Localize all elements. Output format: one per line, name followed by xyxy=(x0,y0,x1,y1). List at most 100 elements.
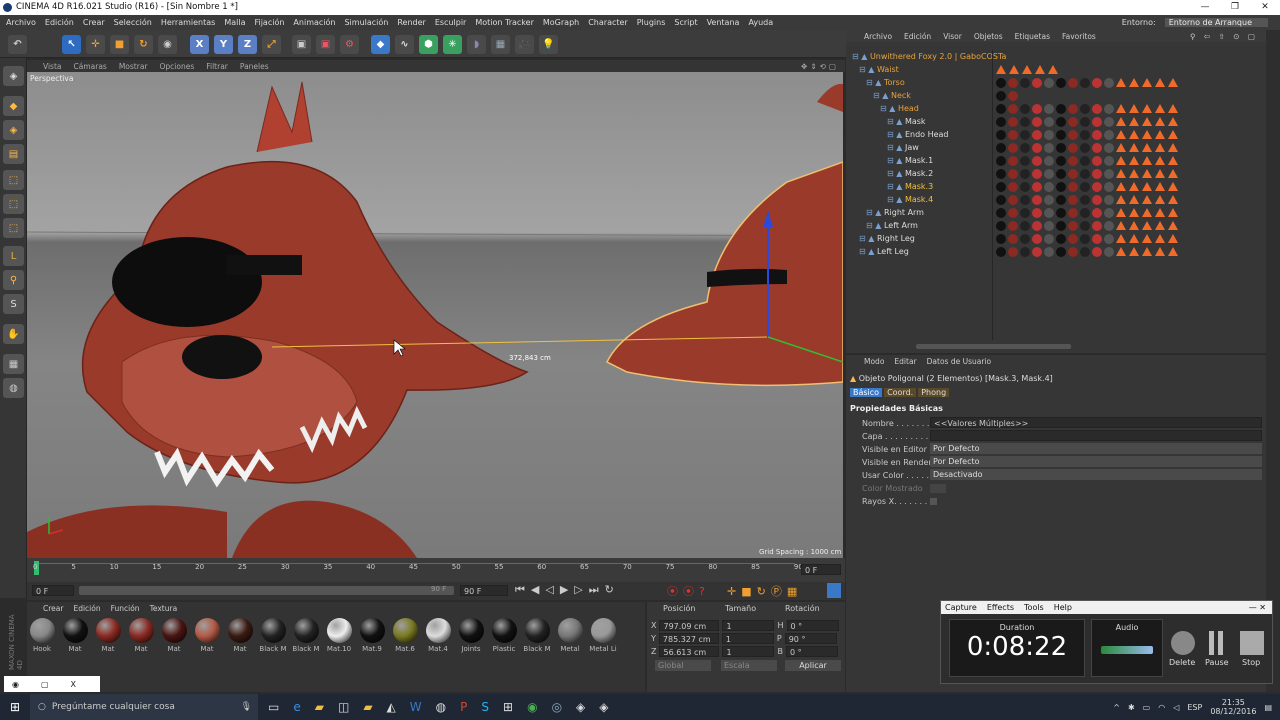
cube-primitive-icon[interactable]: ◆ xyxy=(371,35,390,54)
mat-menu-textura[interactable]: Textura xyxy=(150,604,178,613)
menu-script[interactable]: Script xyxy=(674,18,697,27)
material-swatch[interactable]: Mat.4 xyxy=(423,616,453,653)
object-tree-item[interactable]: ⊟ ▲ Waist xyxy=(852,63,992,76)
object-tree-item[interactable]: ⊟ ▲ Neck xyxy=(852,89,992,102)
rec-menu-help[interactable]: Help xyxy=(1054,603,1072,612)
object-tree-item[interactable]: ⊟ ▲ Mask.2 xyxy=(852,167,992,180)
search-icon[interactable]: ⚲ ⇦ ⇧ ⊙ ▢ xyxy=(1190,32,1258,41)
light-icon[interactable]: 💡 xyxy=(539,35,558,54)
menu-fijacion[interactable]: Fijación xyxy=(254,18,284,27)
axis-mode-icon[interactable]: L xyxy=(3,246,24,266)
floating-close-button[interactable]: X xyxy=(71,680,76,689)
object-tree-item[interactable]: ⊟ ▲ Jaw xyxy=(852,141,992,154)
viewport-perspective[interactable]: Perspectiva 372,843 cm Grid Spacing : 10… xyxy=(27,72,843,558)
material-swatch[interactable]: Metal Li xyxy=(588,616,618,653)
bluetooth-icon[interactable]: ✱ xyxy=(1128,703,1135,712)
grid-icon[interactable]: ▦ xyxy=(3,354,24,374)
menu-mograph[interactable]: MoGraph xyxy=(543,18,579,27)
object-tags-row[interactable] xyxy=(996,219,1266,232)
rec-close-icon[interactable]: — ✕ xyxy=(1249,603,1266,612)
object-tags-row[interactable] xyxy=(996,63,1266,76)
store-icon[interactable]: ◫ xyxy=(338,700,349,714)
render-picture-icon[interactable]: ▣ xyxy=(316,35,335,54)
object-tags-row[interactable] xyxy=(996,128,1266,141)
material-swatch[interactable]: Black M xyxy=(291,616,321,653)
rotate-tool-icon[interactable]: ↻ xyxy=(134,35,153,54)
obj-menu-archivo[interactable]: Archivo xyxy=(864,32,892,41)
lock-workplane-icon[interactable]: ✋ xyxy=(3,324,24,344)
menu-esculpir[interactable]: Esculpir xyxy=(435,18,467,27)
edge-icon[interactable]: e xyxy=(293,700,300,714)
pause-button[interactable]: Pause xyxy=(1205,658,1229,667)
coord-mode-select[interactable]: Global xyxy=(655,660,711,671)
windows-start-icon[interactable]: ⊞ xyxy=(0,700,30,714)
material-swatch[interactable]: Mat xyxy=(225,616,255,653)
polygons-mode-icon[interactable]: ⬚ xyxy=(3,218,24,238)
mat-menu-funcion[interactable]: Función xyxy=(111,604,140,613)
viewport-menu-filtrar[interactable]: Filtrar xyxy=(206,62,228,71)
menu-malla[interactable]: Malla xyxy=(224,18,245,27)
size-y-field[interactable]: 1 xyxy=(721,633,774,644)
name-field[interactable]: <<Valores Múltiples>> xyxy=(930,417,1262,428)
obj-menu-visor[interactable]: Visor xyxy=(943,32,962,41)
size-z-field[interactable]: 1 xyxy=(722,646,775,657)
object-tags-row[interactable] xyxy=(996,167,1266,180)
chrome-icon[interactable]: ◉ xyxy=(527,700,537,714)
obj-menu-edicion[interactable]: Edición xyxy=(904,32,931,41)
maximize-button[interactable]: ❐ xyxy=(1220,0,1250,15)
object-tags-row[interactable] xyxy=(996,115,1266,128)
menu-simulacion[interactable]: Simulación xyxy=(344,18,388,27)
z-axis-icon[interactable]: Z xyxy=(238,35,257,54)
menu-crear[interactable]: Crear xyxy=(83,18,105,27)
delete-button[interactable]: Delete xyxy=(1169,658,1195,667)
object-tree-item[interactable]: ⊟ ▲ Torso xyxy=(852,76,992,89)
record-keys-icons[interactable]: ⦿⦿? xyxy=(667,583,710,599)
end-frame-field[interactable]: 90 F xyxy=(460,585,508,596)
material-swatch[interactable]: Mat xyxy=(93,616,123,653)
right-side-tabs[interactable] xyxy=(1266,30,1280,692)
minimize-button[interactable]: — xyxy=(1190,0,1220,15)
object-tags-row[interactable] xyxy=(996,180,1266,193)
transport-controls[interactable]: ⏮◀◁▶▷⏭↻ xyxy=(515,583,620,597)
coord-scale-select[interactable]: Escala xyxy=(721,660,777,671)
menu-archivo[interactable]: Archivo xyxy=(6,18,36,27)
object-tree-item[interactable]: ⊟ ▲ Left Leg xyxy=(852,245,992,258)
use-color-select[interactable]: Desactivado xyxy=(930,469,1262,480)
stop-icon[interactable] xyxy=(1240,631,1264,655)
object-tags-row[interactable] xyxy=(996,193,1266,206)
object-tree-item[interactable]: ⊟ ▲ Head xyxy=(852,102,992,115)
display-color-swatch[interactable] xyxy=(930,484,946,493)
render-view-icon[interactable]: ▣ xyxy=(292,35,311,54)
menu-herramientas[interactable]: Herramientas xyxy=(161,18,216,27)
app-icon-1[interactable]: ◭ xyxy=(387,700,396,714)
mat-menu-edicion[interactable]: Edición xyxy=(73,604,100,613)
visible-render-select[interactable]: Por Defecto xyxy=(930,456,1262,467)
camera-icon[interactable]: 🎥 xyxy=(515,35,534,54)
select-tool-icon[interactable]: ↖ xyxy=(62,35,81,54)
object-tree-item[interactable]: ⊟ ▲ Left Arm xyxy=(852,219,992,232)
skype-icon[interactable]: S xyxy=(481,700,489,714)
floor-icon[interactable]: ▦ xyxy=(491,35,510,54)
pos-y-field[interactable]: 785.327 cm xyxy=(658,633,719,644)
x-axis-icon[interactable]: X xyxy=(190,35,209,54)
texture-mode-icon[interactable]: ◈ xyxy=(3,120,24,140)
rec-menu-effects[interactable]: Effects xyxy=(987,603,1014,612)
object-tags-row[interactable] xyxy=(996,76,1266,89)
notifications-icon[interactable]: ▤ xyxy=(1264,703,1272,712)
timeline-ruler[interactable]: 0 5 10 15 20 25 30 35 40 45 50 55 60 65 … xyxy=(27,558,845,582)
folder-icon[interactable]: ▰ xyxy=(363,700,372,714)
rot-b-field[interactable]: 0 ° xyxy=(785,646,838,657)
timeline-window-icon[interactable] xyxy=(827,583,841,598)
battery-icon[interactable]: ▭ xyxy=(1143,703,1151,712)
viewport-menu-opciones[interactable]: Opciones xyxy=(160,62,195,71)
menu-edicion[interactable]: Edición xyxy=(45,18,74,27)
material-swatch[interactable]: Mat xyxy=(159,616,189,653)
close-button[interactable]: ✕ xyxy=(1250,0,1280,15)
obj-menu-etiquetas[interactable]: Etiquetas xyxy=(1015,32,1050,41)
volume-icon[interactable]: ◁ xyxy=(1173,703,1179,712)
menu-motion-tracker[interactable]: Motion Tracker xyxy=(475,18,534,27)
microphone-icon[interactable]: 🎙 xyxy=(241,702,252,712)
restore-icon[interactable]: ▢ xyxy=(41,680,49,689)
tray-arrow-icon[interactable]: ^ xyxy=(1113,703,1120,712)
model-mode-icon[interactable]: ◆ xyxy=(3,96,24,116)
